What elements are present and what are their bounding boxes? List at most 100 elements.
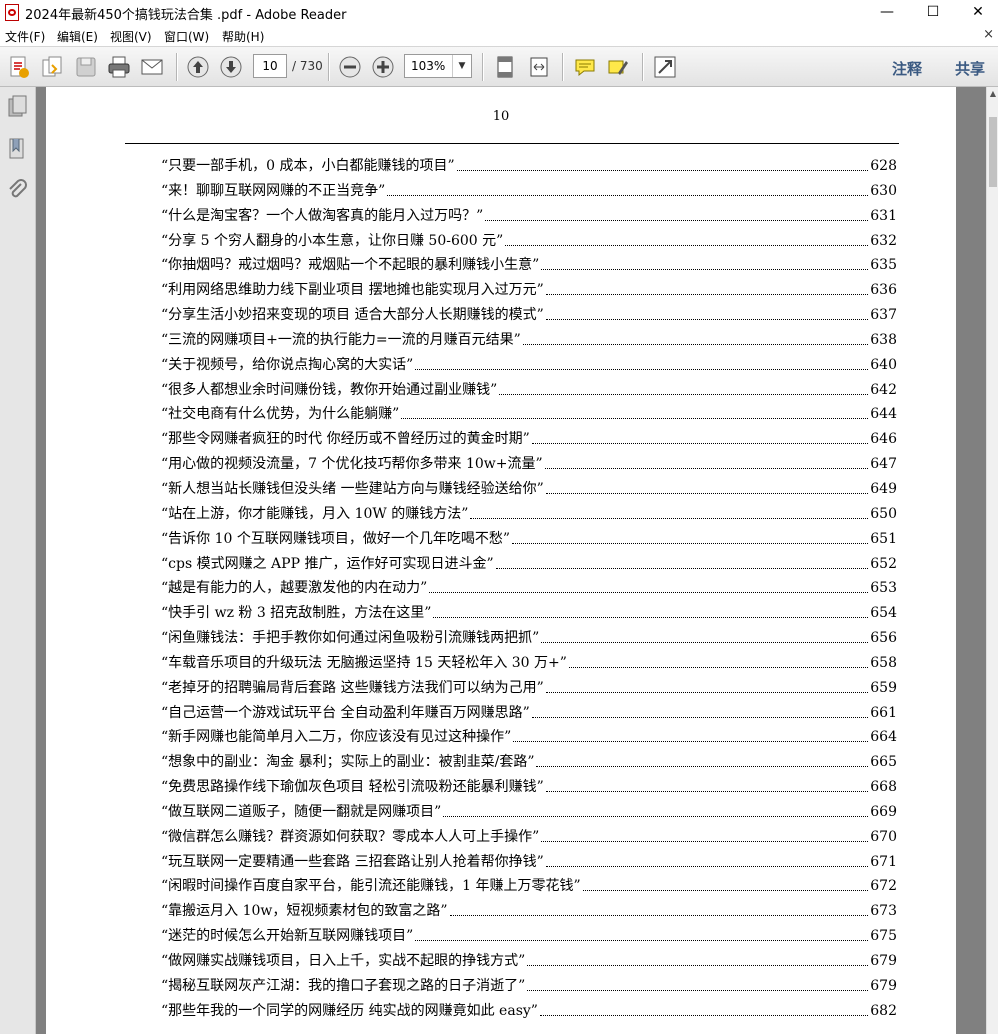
- toc-entry-page: 664: [870, 729, 897, 746]
- toc-entry[interactable]: “社交电商有什么优势，为什么能躺赚” 644: [161, 402, 897, 427]
- toc-entry[interactable]: “老掉牙的招聘骗局背后套路 这些赚钱方法我们可以纳为己用” 659: [161, 676, 897, 701]
- toc-entry[interactable]: “关于视频号，给你说点掏心窝的大实话” 640: [161, 353, 897, 378]
- toc-leader-dots: [545, 278, 869, 296]
- fit-width-icon[interactable]: [527, 55, 551, 79]
- zoom-out-icon[interactable]: [338, 55, 362, 79]
- scroll-up-icon[interactable]: ▲: [987, 87, 998, 101]
- toolbar-separator: [562, 53, 564, 81]
- toc-entry-title: “很多人都想业余时间赚份钱，教你开始通过副业赚钱”: [161, 381, 498, 398]
- menu-edit[interactable]: 编辑(E): [57, 28, 98, 45]
- toc-entry-title: “老掉牙的招聘骗局背后套路 这些赚钱方法我们可以纳为己用”: [161, 679, 544, 696]
- toc-entry[interactable]: “来！聊聊互联网网赚的不正当竞争” 630: [161, 179, 897, 204]
- toc-entry-title: “越是有能力的人，越要激发他的内在动力”: [161, 580, 428, 597]
- page-number-input[interactable]: 10: [253, 54, 287, 78]
- toc-leader-dots: [544, 452, 869, 470]
- toc-entry[interactable]: “什么是淘宝客？一个人做淘客真的能月入过万吗？” 631: [161, 204, 897, 229]
- menu-window[interactable]: 窗口(W): [164, 28, 209, 45]
- toc-entry-title: “新手网赚也能简单月入二万，你应该没有见过这种操作”: [161, 729, 512, 746]
- toc-entry[interactable]: “想象中的副业：淘金 暴利；实际上的副业：被割韭菜/套路” 665: [161, 750, 897, 775]
- comment-pane-link[interactable]: 注释: [892, 58, 922, 79]
- toc-entry[interactable]: “自己运营一个游戏试玩平台 全自动盈利年赚百万网赚思路” 661: [161, 701, 897, 726]
- toc-leader-dots: [541, 626, 869, 644]
- bookmarks-icon[interactable]: [7, 137, 29, 161]
- menu-file[interactable]: 文件(F): [5, 28, 45, 45]
- share-pane-link[interactable]: 共享: [955, 58, 985, 79]
- toc-entry[interactable]: “很多人都想业余时间赚份钱，教你开始通过副业赚钱” 642: [161, 378, 897, 403]
- sticky-note-icon[interactable]: [573, 55, 597, 79]
- toc-entry-page: 651: [870, 530, 897, 547]
- page-thumbnails-icon[interactable]: [7, 95, 29, 119]
- toc-entry[interactable]: “站在上游，你才能赚钱，月入 10W 的赚钱方法” 650: [161, 502, 897, 527]
- toc-entry[interactable]: “玩互联网一定要精通一些套路 三招套路让别人抢着帮你挣钱” 671: [161, 850, 897, 875]
- toc-entry[interactable]: “分享生活小妙招来变现的项目 适合大部分人长期赚钱的模式” 637: [161, 303, 897, 328]
- toc-entry-page: 632: [870, 232, 897, 249]
- toc-entry[interactable]: “你抽烟吗？戒过烟吗？戒烟贴一个不起眼的暴利赚钱小生意” 635: [161, 253, 897, 278]
- minimize-button[interactable]: —: [864, 0, 910, 25]
- print-icon[interactable]: [107, 55, 131, 79]
- toc-entry-title: “靠搬运月入 10w，短视频素材包的致富之路”: [161, 903, 448, 920]
- expand-icon[interactable]: [653, 55, 677, 79]
- attachments-icon[interactable]: [7, 179, 29, 203]
- menu-view[interactable]: 视图(V): [110, 28, 152, 45]
- maximize-button[interactable]: ☐: [910, 0, 956, 25]
- toc-leader-dots: [539, 999, 869, 1016]
- zoom-select[interactable]: 103% ▼: [404, 54, 472, 78]
- toc-leader-dots: [415, 353, 869, 370]
- next-page-icon[interactable]: [219, 55, 243, 79]
- toc-entry[interactable]: “新手网赚也能简单月入二万，你应该没有见过这种操作” 664: [161, 725, 897, 750]
- menu-bar: 文件(F) 编辑(E) 视图(V) 窗口(W) 帮助(H) ×: [0, 25, 998, 47]
- toc-entry[interactable]: “快手引 wz 粉 3 招克敌制胜，方法在这里” 654: [161, 601, 897, 626]
- menu-help[interactable]: 帮助(H): [222, 28, 264, 45]
- toc-entry[interactable]: “靠搬运月入 10w，短视频素材包的致富之路” 673: [161, 899, 897, 924]
- document-view[interactable]: 10 “只要一部手机，0 成本，小白都能赚钱的项目” 628 “来！聊聊互联网网赚的…: [36, 87, 986, 1034]
- toc-entry-title: “关于视频号，给你说点掏心窝的大实话”: [161, 356, 414, 373]
- toc-entry[interactable]: “微信群怎么赚钱？群资源如何获取？零成本人人可上手操作” 670: [161, 825, 897, 850]
- highlight-text-icon[interactable]: [606, 55, 630, 79]
- page-header-number: 10: [492, 109, 510, 124]
- toc-entry-page: 653: [870, 580, 897, 597]
- toc-entry[interactable]: “只要一部手机，0 成本，小白都能赚钱的项目” 628: [161, 154, 897, 179]
- toc-entry[interactable]: “做互联网二道贩子，随便一翻就是网赚项目” 669: [161, 800, 897, 825]
- zoom-in-icon[interactable]: [371, 55, 395, 79]
- toc-entry-title: “社交电商有什么优势，为什么能躺赚”: [161, 406, 400, 423]
- toc-entry[interactable]: “免费思路操作线下瑜伽灰色项目 轻松引流吸粉还能暴利赚钱” 668: [161, 775, 897, 800]
- create-pdf-icon[interactable]: [7, 55, 31, 79]
- toolbar-separator: [642, 53, 644, 81]
- toc-entry[interactable]: “闲暇时间操作百度自家平台，能引流还能赚钱，1 年赚上万零花钱” 672: [161, 874, 897, 899]
- title-bar: 2024年最新450个搞钱玩法合集 .pdf - Adobe Reader — …: [0, 0, 998, 25]
- chevron-down-icon[interactable]: ▼: [452, 55, 471, 77]
- document-close-button[interactable]: ×: [983, 27, 994, 42]
- toc-leader-dots: [531, 701, 869, 718]
- toc-entry[interactable]: “用心做的视频没流量，7 个优化技巧帮你多带来 10w+流量” 647: [161, 452, 897, 477]
- toc-entry[interactable]: “迷茫的时候怎么开始新互联网赚钱项目” 675: [161, 924, 897, 949]
- toc-entry-page: 637: [870, 307, 897, 324]
- toc-leader-dots: [536, 750, 869, 768]
- fit-page-icon[interactable]: [493, 55, 517, 79]
- toc-leader-dots: [545, 676, 869, 693]
- toc-entry-page: 649: [870, 480, 897, 497]
- email-icon[interactable]: [140, 55, 164, 79]
- toc-entry[interactable]: “分享 5 个穷人翻身的小本生意，让你日赚 50-600 元” 632: [161, 229, 897, 254]
- toc-entry[interactable]: “越是有能力的人，越要激发他的内在动力” 653: [161, 576, 897, 601]
- toc-entry[interactable]: “利用网络思维助力线下副业项目 摆地摊也能实现月入过万元” 636: [161, 278, 897, 303]
- previous-page-icon[interactable]: [186, 55, 210, 79]
- toc-entry[interactable]: “cps 模式网赚之 APP 推广，运作好可实现日进斗金” 652: [161, 552, 897, 577]
- toc-entry[interactable]: “新人想当站长赚钱但没头绪 一些建站方向与赚钱经验送给你” 649: [161, 477, 897, 502]
- toc-entry[interactable]: “闲鱼赚钱法：手把手教你如何通过闲鱼吸粉引流赚钱两把抓” 656: [161, 626, 897, 651]
- toc-entry[interactable]: “做网赚实战赚钱项目，日入上千，实战不起眼的挣钱方式” 679: [161, 949, 897, 974]
- combine-files-icon[interactable]: [40, 55, 64, 79]
- toc-entry[interactable]: “告诉你 10 个互联网赚钱项目，做好一个几年吃喝不愁” 651: [161, 527, 897, 552]
- toc-entry[interactable]: “那些年我的一个同学的网赚经历 纯实战的网赚竟如此 easy” 682: [161, 999, 897, 1024]
- scroll-thumb[interactable]: [989, 117, 997, 187]
- toc-entry[interactable]: “车载音乐项目的升级玩法 无脑搬运坚持 15 天轻松年入 30 万+” 658: [161, 651, 897, 676]
- toc-entry-page: 665: [870, 754, 897, 771]
- toc-entry[interactable]: “三流的网赚项目+一流的执行能力=一流的月赚百元结果” 638: [161, 328, 897, 353]
- toc-entry[interactable]: “揭秘互联网灰产江湖：我的撸口子套现之路的日子消逝了” 679: [161, 974, 897, 999]
- save-icon[interactable]: [74, 55, 98, 79]
- vertical-scrollbar[interactable]: ▲: [986, 87, 998, 1034]
- toc-entry-page: 673: [870, 903, 897, 920]
- toc-entry-page: 679: [870, 977, 897, 994]
- zoom-value: 103%: [411, 59, 446, 73]
- close-button[interactable]: ✕: [955, 0, 998, 25]
- toc-entry[interactable]: “那些令网赚者疯狂的时代 你经历或不曾经历过的黄金时期” 646: [161, 427, 897, 452]
